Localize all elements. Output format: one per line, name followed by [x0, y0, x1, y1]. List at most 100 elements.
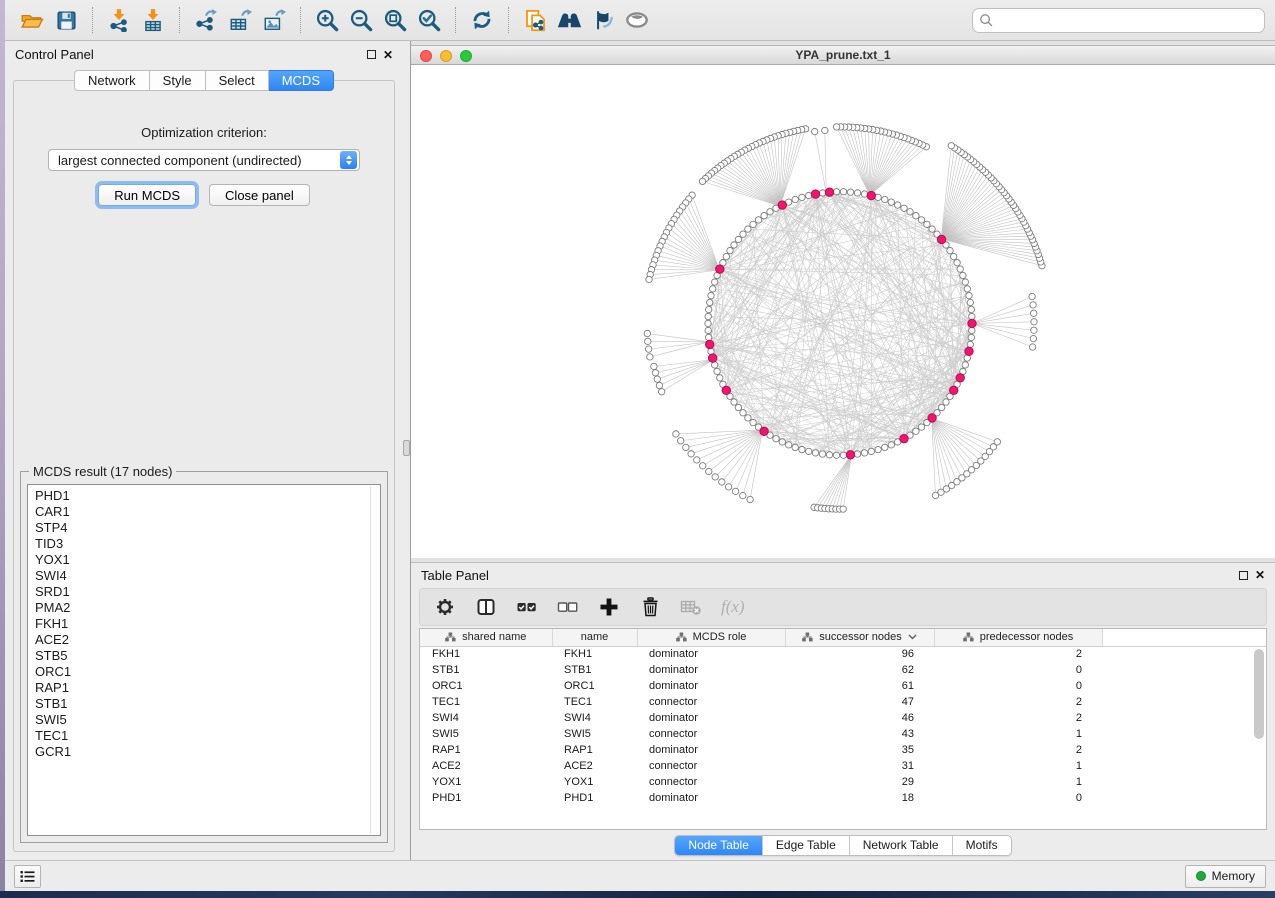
import-network-button[interactable] [105, 6, 133, 34]
mcds-result-item[interactable]: FKH1 [35, 616, 380, 632]
add-column-button[interactable] [598, 596, 620, 618]
delete-column-button[interactable] [639, 596, 661, 618]
mcds-result-item[interactable]: TEC1 [35, 728, 380, 744]
window-zoom-light[interactable] [460, 50, 472, 62]
zoom-in-button[interactable] [313, 6, 341, 34]
table-cell: 47 [785, 694, 934, 710]
zoom-selected-button[interactable] [415, 6, 443, 34]
tab-style[interactable]: Style [150, 70, 206, 91]
hide-results-button[interactable] [589, 6, 617, 34]
table-row[interactable]: PHD1PHD1dominator180 [420, 790, 1266, 806]
close-table-panel-icon[interactable]: ✕ [1255, 570, 1265, 580]
table-cell: connector [637, 726, 785, 742]
table-row[interactable]: ORC1ORC1dominator610 [420, 678, 1266, 694]
float-table-panel-icon[interactable] [1239, 571, 1248, 580]
search-field [972, 8, 1265, 33]
close-panel-button[interactable]: Close panel [209, 184, 310, 206]
mcds-result-item[interactable]: STP4 [35, 520, 380, 536]
mcds-result-item[interactable]: SWI4 [35, 568, 380, 584]
mcds-result-item[interactable]: RAP1 [35, 680, 380, 696]
tab-mcds[interactable]: MCDS [269, 70, 334, 91]
column-header-predecessor-nodes[interactable]: predecessor nodes [934, 629, 1102, 646]
table-cell: 96 [785, 646, 934, 662]
mcds-result-item[interactable]: SRD1 [35, 584, 380, 600]
mcds-result-item[interactable]: GCR1 [35, 744, 380, 760]
criterion-select[interactable]: largest connected component (undirected) [48, 149, 360, 171]
table-row[interactable]: YOX1YOX1connector291 [420, 774, 1266, 790]
panel-divider[interactable] [403, 41, 410, 860]
export-image-button[interactable] [260, 6, 288, 34]
table-row[interactable]: TEC1TEC1connector472 [420, 694, 1266, 710]
export-table-button[interactable] [226, 6, 254, 34]
close-panel-icon[interactable]: ✕ [383, 50, 393, 60]
table-cell: connector [637, 774, 785, 790]
find-button[interactable] [555, 6, 583, 34]
table-row[interactable]: STB1STB1dominator620 [420, 662, 1266, 678]
task-history-button[interactable] [14, 865, 41, 888]
sort-desc-icon [908, 634, 917, 640]
mcds-result-item[interactable]: PMA2 [35, 600, 380, 616]
table-cell: 43 [785, 726, 934, 742]
window-close-light[interactable] [420, 50, 432, 62]
show-columns-button[interactable] [475, 596, 497, 618]
table-row[interactable]: FKH1FKH1dominator962 [420, 646, 1266, 662]
mcds-result-item[interactable]: CAR1 [35, 504, 380, 520]
mcds-result-item[interactable]: SWI5 [35, 712, 380, 728]
attribute-type-icon [445, 632, 456, 642]
mcds-result-list[interactable]: PHD1CAR1STP4TID3YOX1SWI4SRD1PMA2FKH1ACE2… [27, 484, 381, 836]
mcds-result-item[interactable]: STB5 [35, 648, 380, 664]
deselect-all-button[interactable] [557, 596, 579, 618]
refresh-button[interactable] [468, 6, 496, 34]
mcds-result-item[interactable]: PHD1 [35, 488, 380, 504]
table-row[interactable]: RAP1RAP1dominator352 [420, 742, 1266, 758]
float-panel-icon[interactable] [367, 50, 376, 59]
column-header-mcds-role[interactable]: MCDS role [637, 629, 785, 646]
show-panel-button[interactable] [623, 6, 651, 34]
mcds-result-groupbox: MCDS result (17 nodes) PHD1CAR1STP4TID3Y… [20, 471, 388, 843]
tab-network-table[interactable]: Network Table [849, 836, 952, 855]
list-scrollbar[interactable] [370, 486, 379, 834]
column-header-shared-name[interactable]: shared name [420, 629, 552, 646]
tab-node-table[interactable]: Node Table [675, 836, 762, 855]
open-session-button[interactable] [18, 6, 46, 34]
select-all-button[interactable] [516, 596, 538, 618]
tab-network[interactable]: Network [74, 70, 150, 91]
zoom-out-button[interactable] [347, 6, 375, 34]
window-minimize-light[interactable] [440, 50, 452, 62]
search-input[interactable] [972, 8, 1265, 33]
zoom-in-icon [315, 8, 340, 33]
column-header-successor-nodes[interactable]: successor nodes [785, 629, 934, 646]
table-cell: SWI5 [552, 726, 637, 742]
table-cell: dominator [637, 662, 785, 678]
export-network-button[interactable] [192, 6, 220, 34]
table-settings-button[interactable] [434, 596, 456, 618]
table-row[interactable]: SWI5SWI5connector431 [420, 726, 1266, 742]
mcds-result-item[interactable]: ACE2 [35, 632, 380, 648]
zoom-fit-icon [383, 8, 408, 33]
table-row[interactable]: ACE2ACE2connector311 [420, 758, 1266, 774]
main-toolbar [5, 0, 1275, 41]
table-scrollbar-thumb[interactable] [1254, 649, 1264, 739]
table-cell: TEC1 [420, 694, 552, 710]
mcds-result-item[interactable]: YOX1 [35, 552, 380, 568]
memory-button[interactable]: Memory [1185, 865, 1266, 888]
zoom-fit-button[interactable] [381, 6, 409, 34]
clone-network-button[interactable] [521, 6, 549, 34]
divider-handle[interactable] [403, 440, 410, 456]
network-canvas[interactable] [411, 65, 1275, 558]
run-mcds-button[interactable]: Run MCDS [98, 184, 196, 206]
table-row[interactable]: SWI4SWI4dominator462 [420, 710, 1266, 726]
tab-motifs[interactable]: Motifs [952, 836, 1011, 855]
zoom-out-icon [349, 8, 374, 33]
tab-select[interactable]: Select [206, 70, 269, 91]
table-cell: 1 [934, 758, 1102, 774]
mcds-result-item[interactable]: TID3 [35, 536, 380, 552]
save-session-button[interactable] [52, 6, 80, 34]
network-graph[interactable] [411, 65, 1275, 558]
mcds-result-item[interactable]: ORC1 [35, 664, 380, 680]
network-window-titlebar[interactable]: YPA_prune.txt_1 [411, 46, 1275, 65]
mcds-result-item[interactable]: STB1 [35, 696, 380, 712]
import-table-button[interactable] [139, 6, 167, 34]
column-header-name[interactable]: name [552, 629, 637, 646]
tab-edge-table[interactable]: Edge Table [762, 836, 849, 855]
